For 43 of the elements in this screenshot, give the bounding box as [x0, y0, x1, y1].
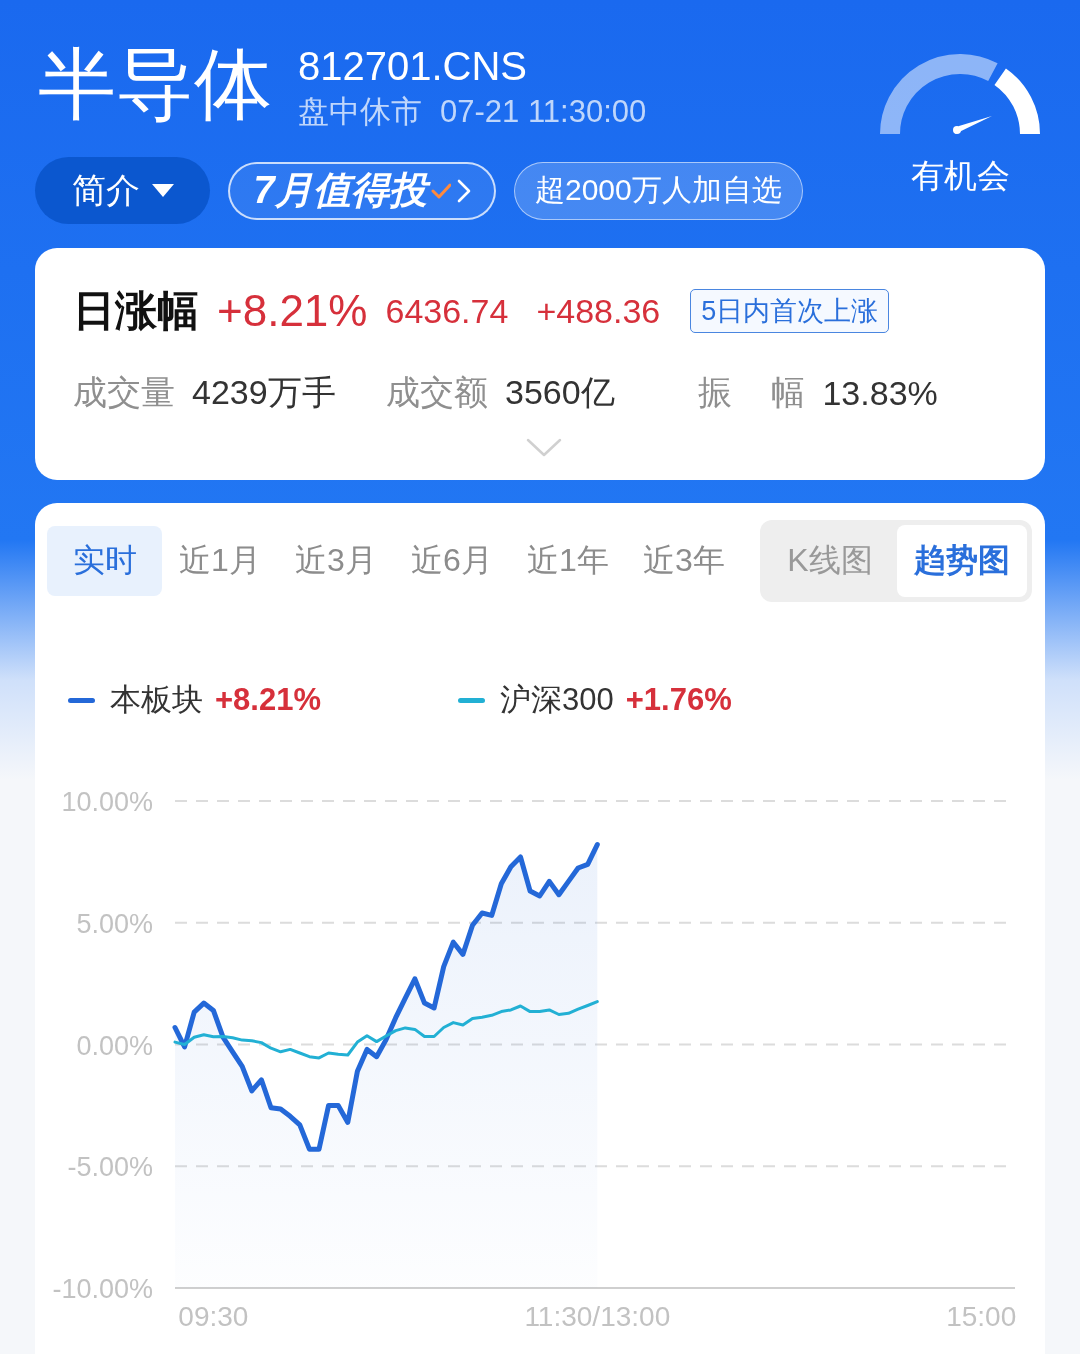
- y-axis-label: -10.00%: [52, 1274, 153, 1304]
- legend-name: 沪深300: [500, 681, 614, 719]
- y-axis-label: 0.00%: [76, 1030, 153, 1061]
- legend-change: +1.76%: [625, 682, 732, 718]
- check-icon: [430, 182, 451, 199]
- chart-mode-tab[interactable]: 趋势图: [897, 525, 1027, 597]
- promo-button[interactable]: 7月值得投: [228, 161, 496, 220]
- period-tab[interactable]: 实时: [47, 526, 162, 596]
- caret-down-icon: [151, 184, 174, 197]
- x-axis-label: 09:30: [178, 1301, 249, 1332]
- stat-value: 3560亿: [505, 372, 615, 413]
- stat-value: 13.83%: [822, 373, 938, 413]
- chevron-right-icon: [456, 178, 471, 203]
- y-axis-label: 10.00%: [61, 787, 153, 817]
- period-tab[interactable]: 近1年: [510, 526, 626, 596]
- stat-label: 成交量: [73, 372, 175, 413]
- x-axis-label: 11:30/13:00: [524, 1301, 671, 1332]
- period-tab[interactable]: 近3年: [626, 526, 742, 596]
- streak-tag: 5日内首次上涨: [690, 289, 890, 333]
- quote-label: 日涨幅: [73, 286, 199, 336]
- quote-time: 07-21 11:30:00: [440, 93, 647, 131]
- price-value: 6436.74: [385, 291, 509, 331]
- watchlist-button[interactable]: 超2000万人加自选: [514, 161, 803, 220]
- chevron-down-icon[interactable]: [526, 438, 562, 458]
- y-axis-label: -5.00%: [67, 1152, 153, 1183]
- stat-label: 振 幅: [698, 372, 806, 413]
- rating-label: 有机会: [910, 156, 1010, 196]
- stat-value: 4239万手: [192, 372, 336, 413]
- legend-change: +8.21%: [215, 682, 321, 718]
- change-percent: +8.21%: [217, 286, 368, 336]
- y-axis-label: 5.00%: [76, 908, 153, 939]
- change-value: +488.36: [536, 291, 661, 331]
- ticker-code: 812701.CNS: [298, 44, 529, 88]
- sector-title: 半导体: [38, 42, 272, 126]
- period-tab[interactable]: 近1月: [162, 526, 278, 596]
- market-status: 盘中休市: [298, 93, 422, 131]
- period-tab[interactable]: 近3月: [278, 526, 394, 596]
- period-tab[interactable]: 近6月: [394, 526, 510, 596]
- intro-menu-button[interactable]: 简介: [35, 157, 210, 224]
- legend-name: 本板块: [110, 681, 203, 719]
- chart-mode-tab[interactable]: K线图: [765, 525, 895, 597]
- x-axis-label: 15:00: [946, 1301, 1017, 1332]
- stat-label: 成交额: [386, 372, 488, 413]
